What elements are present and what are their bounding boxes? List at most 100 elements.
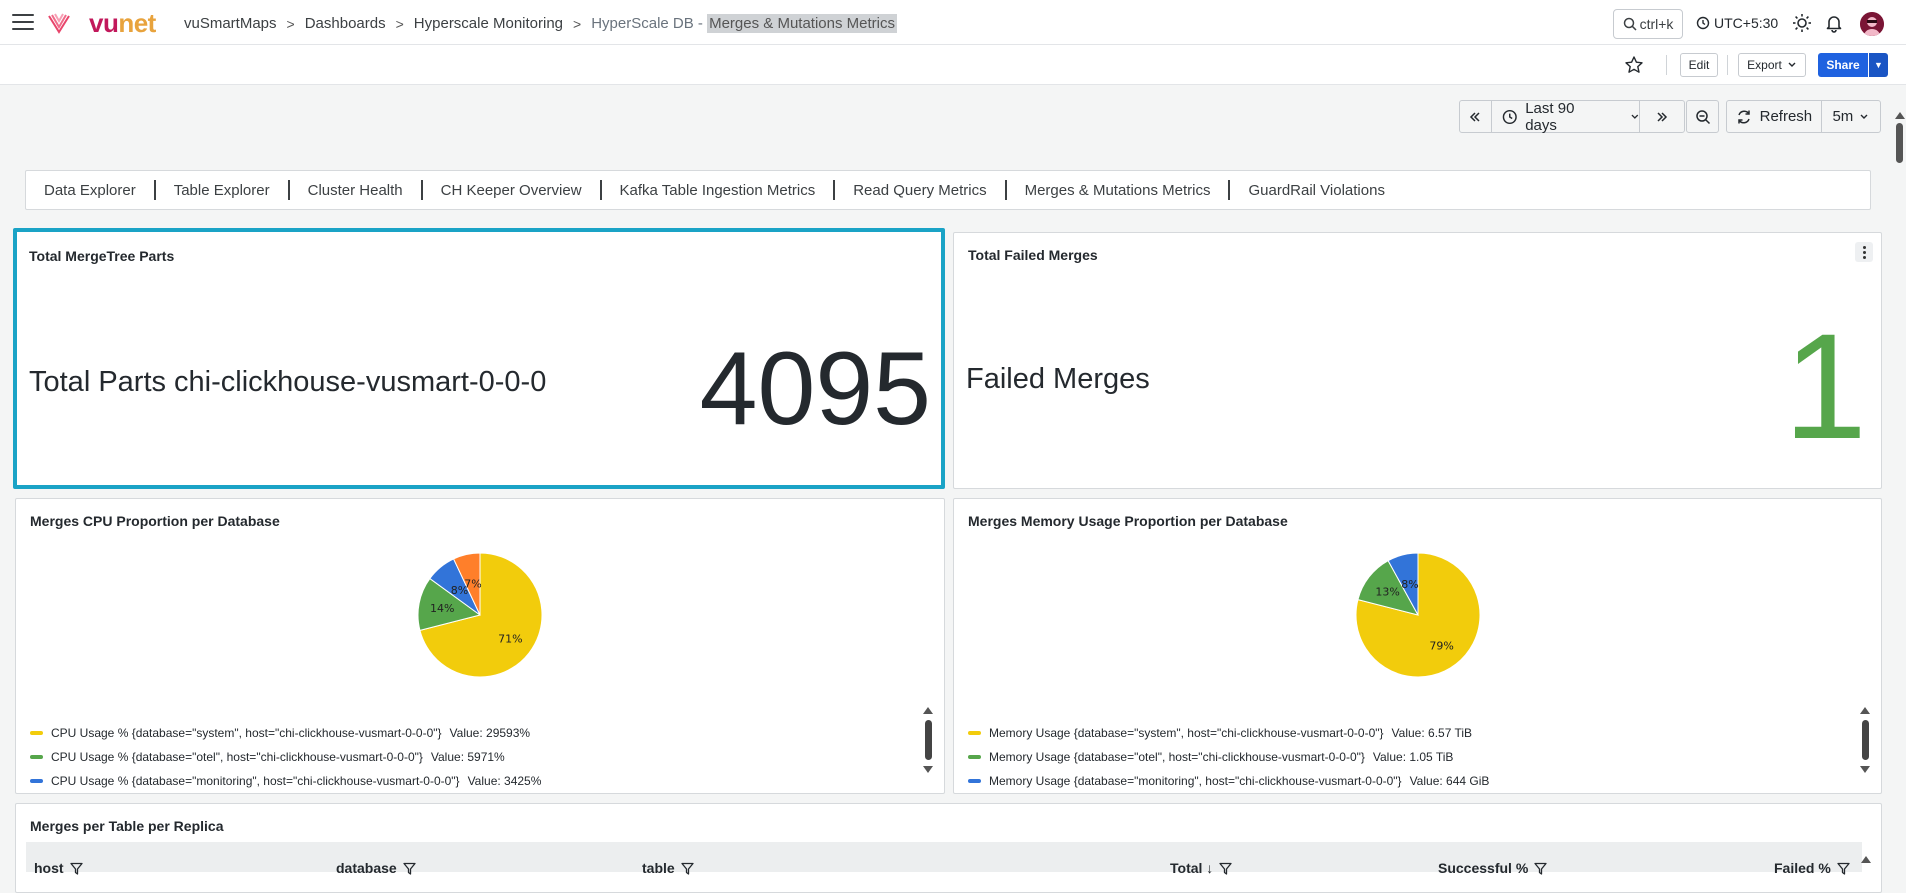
refresh-interval-dropdown[interactable]: 5m [1822,101,1880,132]
time-range-button[interactable]: Last 90 days [1492,99,1641,134]
user-avatar[interactable] [1860,12,1884,36]
page-scrollbar[interactable] [1893,112,1906,879]
tab-separator [287,180,290,200]
tab-merges-mutations-metrics[interactable]: Merges & Mutations Metrics [1025,182,1211,199]
legend-item[interactable]: CPU Usage % {database="otel", host="chi-… [30,745,541,769]
legend-value: Value: 3425% [467,774,542,788]
merges-cpu-proportion-panel[interactable]: Merges CPU Proportion per Database 71% 14… [15,498,945,794]
tab-kafka-table-ingestion-metrics[interactable]: Kafka Table Ingestion Metrics [620,182,816,199]
zoom-out-button[interactable] [1686,100,1719,133]
scroll-down-icon[interactable] [1860,766,1870,773]
legend-item[interactable]: Memory Usage {database="system", host="c… [968,721,1489,745]
legend-swatch [30,755,43,759]
table-scroll-up-icon[interactable] [1861,856,1871,863]
breadcrumb-dashboards[interactable]: Dashboards [305,15,386,32]
menu-icon[interactable] [12,14,34,30]
tab-separator [153,180,156,200]
filter-icon[interactable] [69,862,83,875]
pie-label-monitoring: 8% [1401,578,1418,591]
column-header-total[interactable]: Total ↓ [1170,860,1232,876]
column-header-failed[interactable]: Failed % [1774,860,1850,876]
search-shortcut-label: ctrl+k [1639,16,1674,32]
filter-icon[interactable] [1837,862,1850,875]
time-forward-button[interactable] [1640,101,1684,132]
refresh-picker: Refresh 5m [1726,100,1881,133]
clock-icon [1696,16,1710,30]
breadcrumb-hyperscale-monitoring[interactable]: Hyperscale Monitoring [414,15,563,32]
tab-cluster-health[interactable]: Cluster Health [308,182,403,199]
search-button[interactable]: ctrl+k [1613,9,1683,39]
panel-menu-icon[interactable] [1855,242,1873,262]
scroll-up-icon[interactable] [923,707,933,714]
tab-read-query-metrics[interactable]: Read Query Metrics [853,182,986,199]
filter-icon[interactable] [403,862,416,875]
user-avatar-image [1860,12,1884,36]
column-label: Failed % [1774,860,1831,876]
legend-item[interactable]: CPU Usage % {database="system", host="ch… [30,721,541,745]
legend-item[interactable]: Memory Usage {database="monitoring", hos… [968,769,1489,793]
breadcrumb-vusmartmaps[interactable]: vuSmartMaps [184,15,277,32]
scroll-thumb[interactable] [1896,123,1903,163]
panel-title: Total Failed Merges [968,247,1098,263]
legend-swatch [30,731,43,735]
dashboard-tabs: Data Explorer Table Explorer Cluster Hea… [25,170,1871,210]
filter-icon[interactable] [1534,862,1547,875]
merges-per-table-panel[interactable]: Merges per Table per Replica host databa… [15,803,1882,893]
total-mergetree-parts-panel[interactable]: Total MergeTree Parts Total Parts chi-cl… [13,228,945,489]
panel-title: Total MergeTree Parts [29,248,175,264]
scroll-up-icon[interactable] [1860,707,1870,714]
legend-item[interactable]: CPU Usage % {database="monitoring", host… [30,769,541,793]
column-header-database[interactable]: database [336,860,416,876]
time-range-label: Last 90 days [1525,99,1575,134]
double-chevron-left-icon [1470,111,1480,122]
legend-swatch [968,731,981,735]
scroll-up-icon[interactable] [1894,112,1905,119]
toolbar-divider [1666,55,1667,75]
top-navbar: vunet vuSmartMaps > Dashboards > Hypersc… [0,0,1906,45]
stat-label: Total Parts chi-clickhouse-vusmart-0-0-0 [29,366,547,398]
chevron-down-icon [1860,114,1868,119]
bell-icon[interactable] [1824,13,1844,33]
filter-icon[interactable] [1219,862,1232,875]
double-chevron-right-icon [1657,111,1668,122]
pie-label-otel: 14% [430,602,454,615]
time-back-button[interactable] [1460,101,1492,132]
panel-title: Merges Memory Usage Proportion per Datab… [968,513,1288,529]
scroll-down-icon[interactable] [923,766,933,773]
scroll-thumb[interactable] [1861,720,1869,760]
refresh-interval-label: 5m [1832,108,1854,125]
breadcrumb-separator: > [573,15,582,32]
tab-separator [1004,180,1007,200]
chevron-down-icon [1788,62,1796,67]
legend-scrollbar[interactable] [1859,707,1871,773]
tab-data-explorer[interactable]: Data Explorer [44,182,136,199]
column-label: database [336,860,397,876]
legend-item[interactable]: Memory Usage {database="otel", host="chi… [968,745,1489,769]
timezone-selector[interactable]: UTC+5:30 [1696,15,1778,31]
column-header-table[interactable]: table [642,860,694,876]
scroll-thumb[interactable] [924,720,932,760]
refresh-label: Refresh [1759,108,1813,125]
column-header-host[interactable]: host [34,860,83,876]
tab-table-explorer[interactable]: Table Explorer [174,182,270,199]
merges-memory-proportion-panel[interactable]: Merges Memory Usage Proportion per Datab… [953,498,1882,794]
legend-scrollbar[interactable] [922,707,934,773]
vunet-logo-icon [48,13,70,34]
share-button[interactable]: Share ▼ [1818,53,1888,77]
star-icon[interactable] [1624,55,1644,75]
column-header-successful[interactable]: Successful % [1438,860,1547,876]
tab-separator [833,180,836,200]
tab-ch-keeper-overview[interactable]: CH Keeper Overview [441,182,582,199]
panel-title: Merges per Table per Replica [30,818,224,834]
refresh-button[interactable]: Refresh [1727,101,1822,132]
edit-button[interactable]: Edit [1680,53,1718,77]
tab-guardrail-violations[interactable]: GuardRail Violations [1248,182,1384,199]
export-button[interactable]: Export [1738,53,1806,77]
total-failed-merges-panel[interactable]: Total Failed Merges Failed Merges 1 [953,232,1882,489]
memory-legend: Memory Usage {database="system", host="c… [968,721,1489,793]
share-dropdown-chevron-icon[interactable]: ▼ [1868,53,1888,77]
theme-toggle-icon[interactable] [1792,13,1812,33]
filter-icon[interactable] [681,862,694,875]
vunet-logo-text[interactable]: vunet [89,8,156,39]
legend-value: Value: 6.57 TiB [1391,726,1473,740]
